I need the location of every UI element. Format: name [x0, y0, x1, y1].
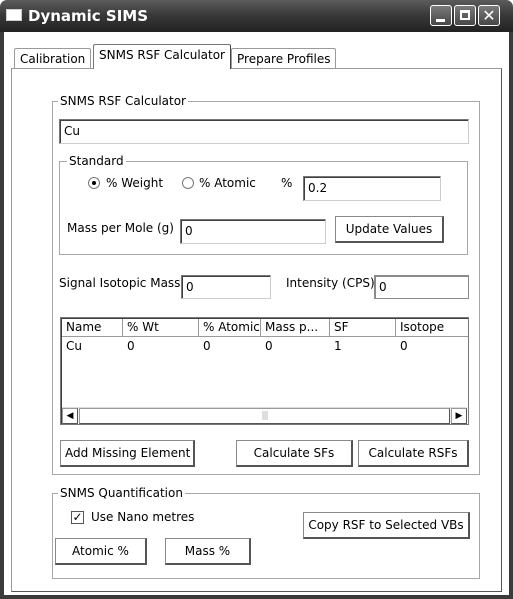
maximize-button[interactable]	[454, 5, 476, 26]
use-nano-checkbox[interactable]: ✓	[71, 511, 84, 524]
mass-percent-button[interactable]: Mass %	[165, 538, 251, 565]
weight-radio-label[interactable]: % Weight	[106, 175, 163, 191]
signal-isotopic-mass-label: Signal Isotopic Mass	[59, 276, 181, 290]
app-window: Dynamic SIMS ✕ Calibration SNMS RSF Calc…	[0, 0, 513, 599]
use-nano-label[interactable]: Use Nano metres	[91, 509, 194, 525]
window-frame-bottom	[0, 595, 513, 599]
update-values-button[interactable]: Update Values	[335, 216, 444, 243]
column-header-mass[interactable]: Mass p...	[261, 319, 330, 337]
column-header-name[interactable]: Name	[62, 319, 123, 337]
weight-radio-dot	[92, 181, 96, 185]
signal-isotopic-mass-input[interactable]: 0	[181, 275, 271, 299]
close-button[interactable]: ✕	[478, 5, 500, 26]
minimize-button[interactable]	[430, 5, 452, 26]
atomic-radio[interactable]	[182, 177, 194, 189]
tab-prepare-profiles[interactable]: Prepare Profiles	[231, 48, 337, 69]
add-missing-element-button[interactable]: Add Missing Element	[60, 440, 195, 467]
column-header-sf[interactable]: SF	[330, 319, 396, 337]
mass-per-mole-input[interactable]: 0	[180, 219, 326, 244]
calculate-sfs-button[interactable]: Calculate SFs	[236, 440, 353, 467]
elements-table[interactable]: Name % Wt % Atomic Mass p... SF Isotope …	[60, 317, 469, 425]
scroll-left-icon[interactable]: ◀	[62, 408, 78, 424]
atomic-radio-label[interactable]: % Atomic	[199, 175, 256, 191]
scroll-right-icon[interactable]: ▶	[451, 408, 467, 424]
weight-radio[interactable]	[88, 177, 100, 189]
horizontal-scrollbar[interactable]: ◀ ||| ▶	[62, 407, 467, 424]
window-frame-left	[0, 32, 4, 599]
title-bar[interactable]: Dynamic SIMS ✕	[0, 0, 513, 32]
table-cell-name: Cu	[66, 339, 82, 353]
percent-input[interactable]: 0.2	[303, 176, 441, 201]
tab-snms-rsf-calculator[interactable]: SNMS RSF Calculator	[93, 44, 231, 69]
tab-panel: SNMS RSF Calculator Cu Standard % Weight…	[11, 68, 502, 592]
table-row[interactable]: Cu 0 0 0 1 0	[62, 338, 467, 354]
atomic-percent-button[interactable]: Atomic %	[55, 538, 147, 565]
scroll-thumb[interactable]: |||	[79, 408, 450, 424]
quantification-group-label: SNMS Quantification	[58, 486, 185, 500]
copy-rsf-button[interactable]: Copy RSF to Selected VBs	[303, 512, 470, 539]
close-icon: ✕	[482, 6, 496, 25]
tab-calibration[interactable]: Calibration	[14, 48, 92, 69]
minimize-icon	[436, 19, 445, 22]
table-cell-sf: 1	[334, 339, 342, 353]
app-icon	[6, 9, 22, 21]
calculate-rsfs-button[interactable]: Calculate RSFs	[358, 440, 469, 467]
maximize-icon	[460, 10, 470, 20]
column-header-wt[interactable]: % Wt	[123, 319, 199, 337]
column-header-isotope[interactable]: Isotope	[396, 319, 468, 337]
mass-per-mole-label: Mass per Mole (g)	[67, 221, 174, 235]
table-cell-atomic: 0	[203, 339, 211, 353]
intensity-label: Intensity (CPS)	[286, 276, 375, 290]
table-cell-mass: 0	[265, 339, 273, 353]
table-cell-isotope: 0	[400, 339, 408, 353]
window-title: Dynamic SIMS	[28, 7, 149, 25]
column-header-atomic[interactable]: % Atomic	[199, 319, 261, 337]
intensity-input: 0	[374, 275, 469, 299]
element-input[interactable]: Cu	[59, 119, 469, 144]
rsf-calculator-group-label: SNMS RSF Calculator	[58, 94, 188, 108]
window-frame-right	[509, 32, 513, 599]
table-cell-wt: 0	[127, 339, 135, 353]
percent-label: %	[281, 176, 293, 190]
standard-group-label: Standard	[67, 154, 126, 168]
scroll-grip-icon: |||	[261, 411, 268, 421]
